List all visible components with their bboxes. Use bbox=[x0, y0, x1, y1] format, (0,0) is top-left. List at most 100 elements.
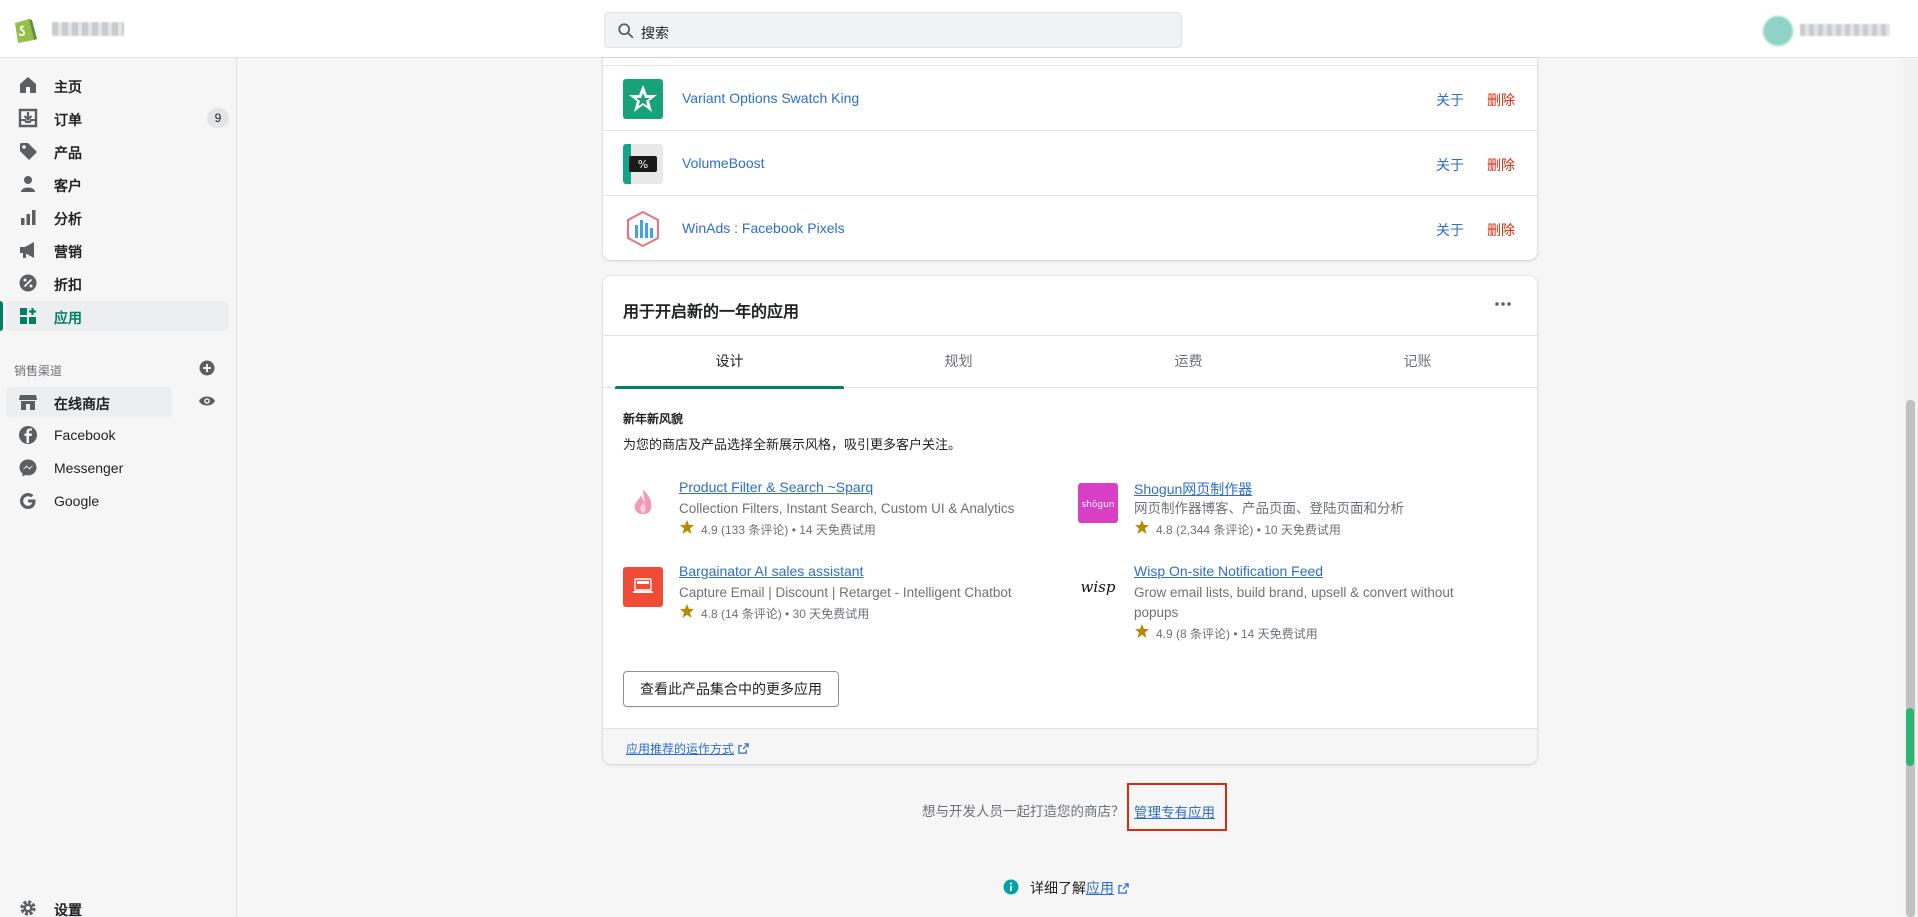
add-channel-icon[interactable] bbox=[199, 360, 215, 376]
user-name[interactable] bbox=[1800, 24, 1890, 36]
sidebar-item-analytics[interactable]: 分析 bbox=[6, 202, 229, 232]
delete-link[interactable]: 删除 bbox=[1487, 155, 1515, 175]
how-recommendations-work-link[interactable]: 应用推荐的运作方式 bbox=[626, 740, 749, 757]
volumeboost-logo-icon: % bbox=[623, 144, 663, 184]
learn-more-apps-link[interactable]: 应用 bbox=[1086, 880, 1114, 896]
app-name-link[interactable]: Variant Options Swatch King bbox=[682, 90, 859, 106]
category-tabs: 设计 规划 运费 记账 bbox=[603, 335, 1537, 389]
more-actions-icon[interactable] bbox=[1493, 294, 1513, 314]
developer-prompt-text: 想与开发人员一起打造您的商店？ bbox=[922, 804, 1125, 819]
sidebar-item-label: 分析 bbox=[54, 211, 82, 227]
sparq-logo-icon bbox=[623, 483, 663, 523]
rating-meta: 4.8 (14 条评论) • 30 天免费试用 bbox=[701, 607, 870, 621]
sidebar: 主页 订单 9 产品 客户 分析 营销 折扣 应用 销售渠道 在线商店 Face… bbox=[0, 58, 237, 917]
channel-online-store[interactable]: 在线商店 bbox=[6, 387, 172, 417]
rating-meta: 4.8 (2,344 条评论) • 10 天免费试用 bbox=[1156, 523, 1341, 537]
avatar[interactable] bbox=[1763, 16, 1793, 46]
sidebar-item-apps[interactable]: 应用 bbox=[0, 301, 229, 331]
sidebar-item-label: 折扣 bbox=[54, 277, 82, 293]
sidebar-item-customers[interactable]: 客户 bbox=[6, 169, 229, 199]
discount-icon bbox=[19, 274, 37, 292]
sidebar-item-settings[interactable]: 设置 bbox=[6, 893, 229, 917]
svg-text:wisp: wisp bbox=[1081, 578, 1116, 596]
bargainator-logo-icon bbox=[623, 567, 663, 607]
card-footer: 应用推荐的运作方式 bbox=[603, 728, 1537, 764]
learn-more-label: 详细了解 bbox=[1030, 880, 1086, 896]
channel-messenger[interactable]: Messenger bbox=[6, 453, 172, 483]
about-link[interactable]: 关于 bbox=[1436, 90, 1464, 110]
recommended-apps-card: 用于开启新的一年的应用 设计 规划 运费 记账 新年新风貌 为您的商店及产品选择… bbox=[603, 276, 1537, 764]
shogun-logo-icon: shōgun bbox=[1078, 483, 1118, 523]
app-rating: 4.8 (2,344 条评论) • 10 天免费试用 bbox=[1134, 520, 1341, 538]
orders-count-badge: 9 bbox=[207, 108, 229, 128]
facebook-icon bbox=[19, 426, 37, 444]
app-name-link[interactable]: WinAds : Facebook Pixels bbox=[682, 220, 845, 236]
tag-icon bbox=[20, 143, 37, 160]
star-icon bbox=[680, 520, 694, 534]
sidebar-item-products[interactable]: 产品 bbox=[6, 136, 229, 166]
channel-google[interactable]: Google bbox=[6, 486, 172, 516]
app-rating: 4.8 (14 条评论) • 30 天免费试用 bbox=[679, 604, 870, 622]
sidebar-item-label: Messenger bbox=[54, 460, 124, 476]
about-link[interactable]: 关于 bbox=[1436, 155, 1464, 175]
tab-design[interactable]: 设计 bbox=[615, 336, 844, 389]
external-link-icon bbox=[738, 743, 749, 754]
home-icon bbox=[20, 77, 36, 93]
app-name-link[interactable]: Bargainator AI sales assistant bbox=[679, 563, 863, 579]
sidebar-item-marketing[interactable]: 营销 bbox=[6, 235, 229, 265]
customer-icon bbox=[21, 176, 35, 192]
sidebar-item-label: 应用 bbox=[54, 310, 82, 326]
winads-logo-icon bbox=[623, 209, 663, 249]
view-more-apps-button[interactable]: 查看此产品集合中的更多应用 bbox=[623, 671, 839, 707]
recommended-app: Product Filter & Search ~Sparq Collectio… bbox=[623, 479, 1023, 549]
tab-planning[interactable]: 规划 bbox=[844, 336, 1073, 388]
tab-shipping[interactable]: 运费 bbox=[1074, 336, 1303, 388]
tab-bookkeeping[interactable]: 记账 bbox=[1303, 336, 1532, 388]
scrollbar-thumb[interactable] bbox=[1906, 400, 1915, 917]
shopify-logo-icon[interactable] bbox=[12, 16, 38, 44]
promo-title: 新年新风貌 bbox=[623, 412, 684, 426]
sales-channels-title: 销售渠道 bbox=[14, 364, 63, 378]
svg-text:shōgun: shōgun bbox=[1081, 500, 1114, 510]
app-description: Collection Filters, Instant Search, Cust… bbox=[679, 501, 1015, 516]
store-name[interactable] bbox=[52, 22, 124, 36]
app-rating: 4.9 (133 条评论) • 14 天免费试用 bbox=[679, 520, 876, 538]
apps-icon bbox=[20, 308, 36, 324]
megaphone-icon bbox=[20, 242, 34, 258]
search-input[interactable]: 搜索 bbox=[604, 12, 1182, 48]
app-description: 网页制作器博客、产品页面、登陆页面和分析 bbox=[1134, 501, 1404, 516]
app-name-link[interactable]: Product Filter & Search ~Sparq bbox=[679, 479, 873, 495]
learn-more-text: 详细了解应用 bbox=[1030, 878, 1129, 898]
about-link[interactable]: 关于 bbox=[1436, 220, 1464, 240]
star-icon bbox=[680, 604, 694, 618]
page-scrollbar[interactable] bbox=[1903, 58, 1918, 917]
delete-link[interactable]: 删除 bbox=[1487, 90, 1515, 110]
external-link-icon bbox=[1118, 883, 1129, 894]
sidebar-item-home[interactable]: 主页 bbox=[6, 70, 229, 100]
sidebar-item-discounts[interactable]: 折扣 bbox=[6, 268, 229, 298]
search-placeholder: 搜索 bbox=[641, 25, 669, 41]
app-name-link[interactable]: Wisp On-site Notification Feed bbox=[1134, 563, 1323, 579]
sidebar-item-label: 客户 bbox=[54, 178, 82, 194]
installed-apps-card: Variant Options Swatch King 关于 删除 % Volu… bbox=[603, 58, 1537, 260]
star-icon bbox=[1135, 520, 1149, 534]
top-bar: 搜索 bbox=[0, 0, 1918, 58]
app-name-link[interactable]: VolumeBoost bbox=[682, 155, 765, 171]
store-icon bbox=[19, 395, 37, 410]
svg-text:%: % bbox=[638, 158, 648, 171]
delete-link[interactable]: 删除 bbox=[1487, 220, 1515, 240]
sidebar-item-orders[interactable]: 订单 9 bbox=[6, 103, 229, 133]
promo-description: 为您的商店及产品选择全新展示风格，吸引更多客户关注。 bbox=[623, 437, 962, 452]
manage-private-apps-link[interactable]: 管理专有应用 bbox=[1134, 801, 1215, 821]
recommended-app: Bargainator AI sales assistant Capture E… bbox=[623, 563, 1023, 633]
variant-options-logo-icon bbox=[623, 79, 663, 119]
wisp-logo-icon: wisp bbox=[1078, 567, 1118, 607]
orders-icon bbox=[18, 108, 38, 128]
app-name-link[interactable]: Shogun网页制作器 bbox=[1134, 479, 1252, 499]
sidebar-item-label: 营销 bbox=[54, 244, 82, 260]
card-title: 用于开启新的一年的应用 bbox=[623, 304, 800, 321]
channel-facebook[interactable]: Facebook bbox=[6, 420, 172, 450]
app-row: WinAds : Facebook Pixels 关于 删除 bbox=[603, 195, 1537, 260]
eye-icon[interactable] bbox=[198, 394, 216, 408]
google-icon bbox=[20, 493, 36, 509]
